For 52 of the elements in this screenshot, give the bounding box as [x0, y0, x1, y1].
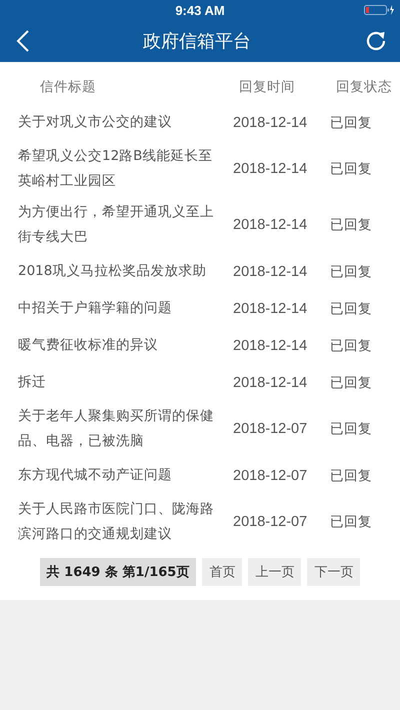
reply-status: 已回复 [330, 160, 372, 178]
letter-row[interactable]: 拆迁 2018-12-14 已回复 [0, 364, 400, 401]
reply-status: 已回复 [330, 114, 372, 132]
reply-status: 已回复 [330, 420, 372, 438]
letter-title: 东方现代城不动产证问题 [18, 466, 173, 485]
page-title: 政府信箱平台 [143, 30, 251, 53]
page-button[interactable]: 首页 [202, 558, 242, 586]
reply-status: 已回复 [330, 336, 372, 354]
letter-title: 中招关于户籍学籍的问题 [18, 299, 173, 318]
letter-row[interactable]: 关于对巩义市公交的建议 2018-12-14 已回复 [0, 104, 400, 141]
reply-status: 已回复 [330, 513, 372, 531]
reply-status: 已回复 [330, 374, 372, 392]
letter-title: 关于人民路市医院门口、陇海路滨河路口的交通规划建议 [18, 500, 215, 544]
letter-row[interactable]: 希望巩义公交12路B线能延长至英峪村工业园区 2018-12-14 已回复 [0, 141, 400, 197]
letter-row[interactable]: 关于人民路市医院门口、陇海路滨河路口的交通规划建议 2018-12-07 已回复 [0, 494, 400, 550]
reply-date: 2018-12-14 [233, 264, 308, 280]
page-summary: 共 1649 条 第1/165页 [40, 558, 196, 586]
back-icon[interactable] [16, 29, 30, 53]
reply-date: 2018-12-14 [233, 114, 308, 130]
column-header: 回复时间 [239, 78, 296, 96]
letter-row[interactable]: 暖气费征收标准的异议 2018-12-14 已回复 [0, 327, 400, 364]
battery-icon [364, 4, 394, 16]
letter-title: 暖气费征收标准的异议 [18, 336, 159, 355]
status-time: 9:43 AM [175, 2, 225, 18]
reply-date: 2018-12-07 [233, 468, 308, 484]
letter-title: 为方便出行，希望开通巩义至上街专线大巴 [18, 203, 215, 247]
page-button[interactable]: 下一页 [307, 558, 360, 586]
letter-title: 希望巩义公交12路B线能延长至英峪村工业园区 [18, 147, 214, 191]
reply-date: 2018-12-07 [233, 514, 308, 530]
reply-date: 2018-12-14 [233, 217, 308, 233]
reply-date: 2018-12-07 [233, 421, 308, 437]
letter-row[interactable]: 中招关于户籍学籍的问题 2018-12-14 已回复 [0, 290, 400, 327]
letter-title: 拆迁 [18, 373, 47, 392]
letter-row[interactable]: 东方现代城不动产证问题 2018-12-07 已回复 [0, 457, 400, 494]
page-button[interactable]: 上一页 [248, 558, 302, 586]
reply-status: 已回复 [330, 466, 372, 484]
refresh-icon[interactable] [364, 29, 388, 53]
letter-row[interactable]: 关于老年人聚集购买所谓的保健品、电器，已被洗脑 2018-12-07 已回复 [0, 401, 400, 457]
letter-row[interactable]: 为方便出行，希望开通巩义至上街专线大巴 2018-12-14 已回复 [0, 197, 400, 253]
reply-date: 2018-12-14 [233, 161, 308, 177]
reply-status: 已回复 [330, 262, 372, 280]
letter-row[interactable]: 2018巩义马拉松奖品发放求助 2018-12-14 已回复 [0, 253, 400, 290]
reply-date: 2018-12-14 [233, 300, 308, 316]
letter-title: 关于对巩义市公交的建议 [18, 113, 173, 132]
reply-date: 2018-12-14 [233, 338, 308, 354]
column-header: 回复状态 [336, 78, 392, 96]
reply-date: 2018-12-14 [233, 374, 308, 390]
letter-title: 关于老年人聚集购买所谓的保健品、电器，已被洗脑 [18, 407, 215, 451]
column-header: 信件标题 [39, 78, 97, 96]
reply-status: 已回复 [330, 300, 372, 318]
letter-title: 2018巩义马拉松奖品发放求助 [18, 262, 208, 281]
reply-status: 已回复 [330, 216, 372, 234]
